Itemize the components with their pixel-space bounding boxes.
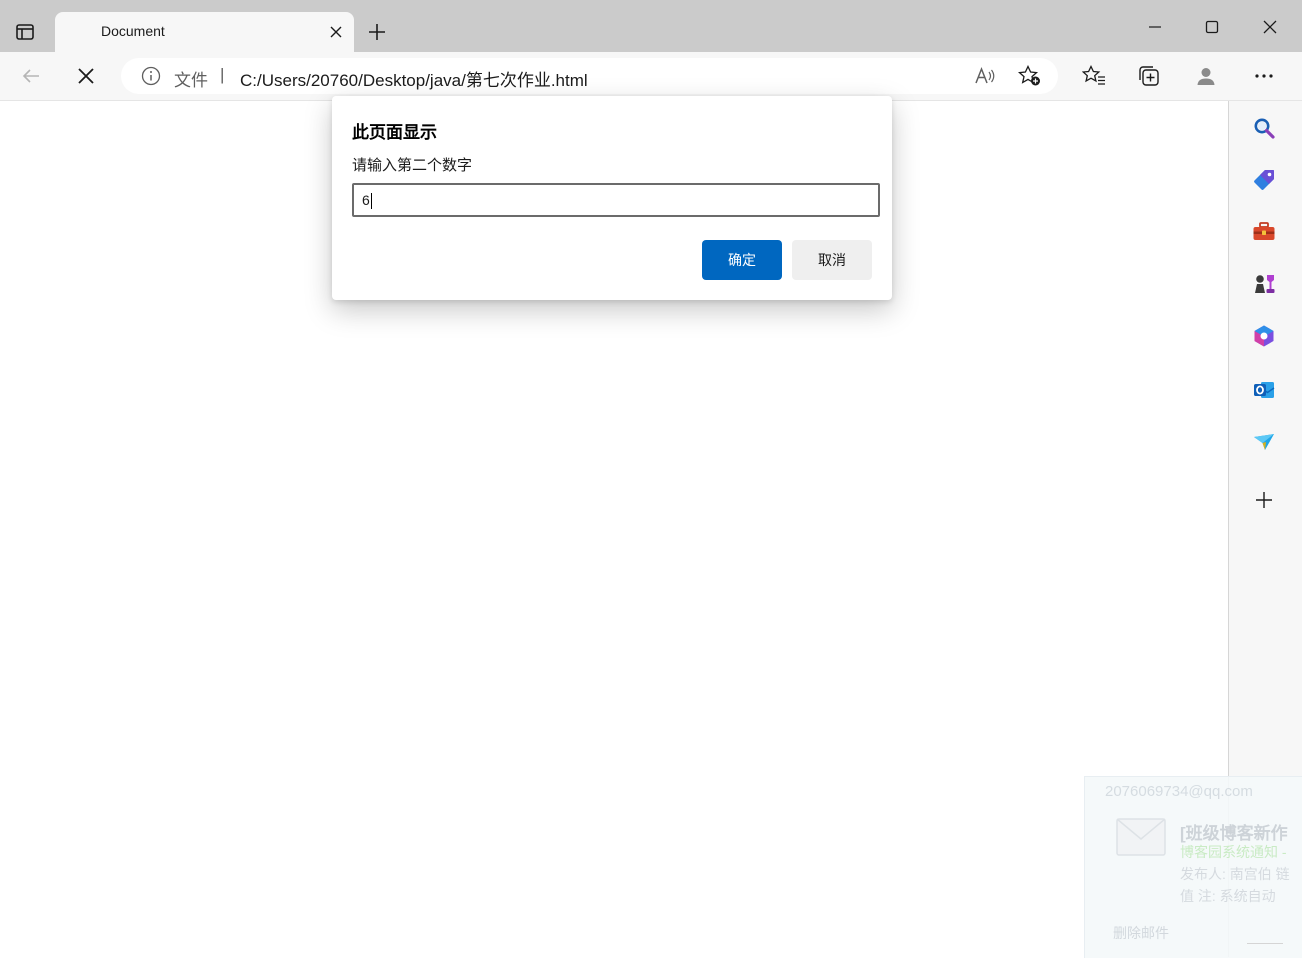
notification-sender: 博客园系统通知 - bbox=[1180, 844, 1287, 860]
minimize-button[interactable] bbox=[1141, 14, 1169, 40]
text-caret bbox=[370, 193, 372, 210]
notification-email: 2076069734@qq.com bbox=[1105, 783, 1253, 800]
dialog-title: 此页面显示 bbox=[352, 123, 437, 142]
games-icon[interactable] bbox=[1251, 271, 1277, 297]
url-text[interactable]: C:/Users/20760/Desktop/java/第七次作业.html bbox=[240, 66, 588, 91]
dialog-message: 请输入第二个数字 bbox=[352, 157, 473, 174]
shopping-tag-icon[interactable] bbox=[1251, 167, 1277, 193]
minimize-icon bbox=[1149, 26, 1161, 28]
envelope-icon bbox=[1115, 817, 1167, 857]
maximize-button[interactable] bbox=[1198, 14, 1226, 40]
close-tab-icon[interactable] bbox=[328, 24, 344, 40]
favorites-icon bbox=[1082, 65, 1105, 85]
back-button[interactable] bbox=[15, 60, 47, 92]
prompt-dialog: 此页面显示 请输入第二个数字 6 确定 取消 bbox=[332, 96, 892, 300]
back-arrow-icon bbox=[22, 69, 39, 83]
new-tab-button[interactable] bbox=[365, 20, 389, 44]
close-icon bbox=[1263, 20, 1277, 34]
stop-button[interactable] bbox=[70, 60, 102, 92]
add-favorite-icon[interactable] bbox=[1018, 64, 1042, 88]
tab-bar: Document bbox=[0, 0, 1302, 52]
office-icon[interactable] bbox=[1251, 323, 1277, 349]
ok-button[interactable]: 确定 bbox=[702, 240, 782, 280]
more-button[interactable] bbox=[1248, 60, 1280, 92]
toolbox-icon[interactable] bbox=[1251, 219, 1277, 245]
mail-notification[interactable]: 2076069734@qq.com [班级博客新作 博客园系统通知 - 发布人:… bbox=[1084, 776, 1302, 958]
tab-title: Document bbox=[101, 23, 165, 39]
search-icon[interactable] bbox=[1251, 115, 1277, 141]
tab-actions-icon[interactable] bbox=[12, 19, 38, 45]
address-separator: | bbox=[220, 65, 225, 84]
profile-icon bbox=[1197, 68, 1215, 85]
drop-icon[interactable] bbox=[1251, 429, 1277, 455]
prompt-input-value: 6 bbox=[362, 192, 370, 208]
add-sidebar-icon[interactable] bbox=[1251, 487, 1277, 513]
plus-icon bbox=[369, 24, 385, 40]
stop-icon bbox=[78, 68, 94, 84]
prompt-input[interactable]: 6 bbox=[352, 183, 880, 217]
more-icon bbox=[1255, 74, 1273, 78]
toolbar: 文件 | C:/Users/20760/Desktop/java/第七次作业.h… bbox=[0, 52, 1302, 101]
plus-icon bbox=[1256, 492, 1272, 508]
info-icon[interactable] bbox=[141, 66, 161, 86]
notification-divider bbox=[1247, 943, 1283, 944]
delete-mail-link[interactable]: 删除邮件 bbox=[1113, 923, 1169, 943]
collections-icon bbox=[1139, 66, 1159, 86]
close-window-button[interactable] bbox=[1256, 14, 1284, 40]
scheme-label: 文件 bbox=[174, 71, 208, 90]
maximize-icon bbox=[1205, 20, 1219, 34]
favorites-button[interactable] bbox=[1078, 60, 1110, 92]
notification-line: 发布人: 南宫伯 链 bbox=[1180, 866, 1290, 882]
profile-button[interactable] bbox=[1190, 60, 1222, 92]
tab-document[interactable]: Document bbox=[55, 12, 354, 52]
collections-button[interactable] bbox=[1133, 60, 1165, 92]
notification-subject: [班级博客新作 bbox=[1180, 824, 1288, 843]
cancel-button[interactable]: 取消 bbox=[792, 240, 872, 280]
notification-line: 值 注: 系统自动 bbox=[1180, 888, 1276, 904]
read-aloud-icon[interactable] bbox=[973, 64, 997, 88]
address-bar[interactable]: 文件 | C:/Users/20760/Desktop/java/第七次作业.h… bbox=[121, 58, 1058, 94]
outlook-icon[interactable] bbox=[1251, 377, 1277, 403]
